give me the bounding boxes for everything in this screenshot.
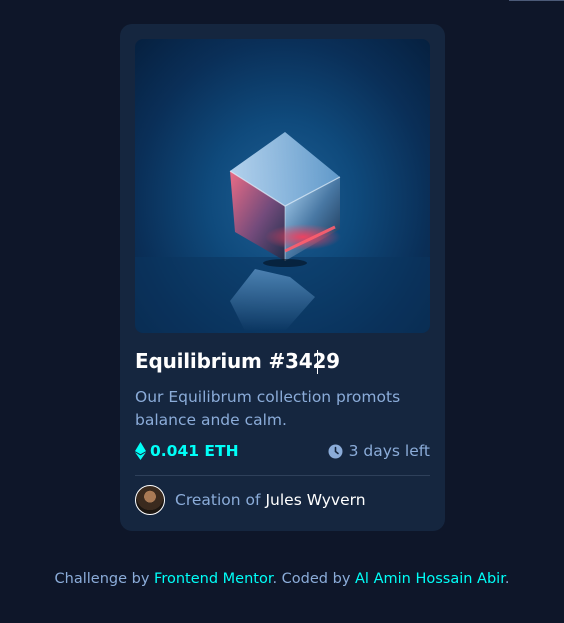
- ethereum-icon: [135, 442, 146, 460]
- nft-image[interactable]: [135, 39, 430, 333]
- price: 0.041 ETH: [135, 442, 239, 460]
- clock-icon: [328, 444, 343, 458]
- creator-row: Creation of Jules Wyvern: [135, 485, 366, 515]
- top-edge-line: [509, 0, 564, 1]
- price-value: 0.041 ETH: [150, 442, 239, 460]
- time-left: 3 days left: [328, 442, 430, 460]
- card-divider: [135, 475, 430, 476]
- avatar: [135, 485, 165, 515]
- footer-text-3: .: [504, 571, 510, 587]
- crystal-cube-image: [135, 132, 430, 333]
- time-left-value: 3 days left: [348, 442, 430, 460]
- creator-name-link[interactable]: Jules Wyvern: [265, 491, 365, 509]
- frontend-mentor-link[interactable]: Frontend Mentor: [154, 571, 272, 587]
- nft-title[interactable]: Equilibrium #3429: [135, 349, 340, 373]
- author-link[interactable]: Al Amin Hossain Abir: [355, 571, 505, 587]
- attribution-footer: Challenge by Frontend Mentor. Coded by A…: [0, 571, 564, 587]
- nft-card: Equilibrium #3429 Our Equilibrum collect…: [120, 24, 445, 531]
- footer-text-2: . Coded by: [272, 571, 356, 587]
- footer-text-1: Challenge by: [54, 571, 155, 587]
- text-cursor: [317, 350, 318, 374]
- creator-prefix: Creation of: [175, 491, 261, 509]
- nft-description: Our Equilibrum collection promots balanc…: [135, 388, 401, 429]
